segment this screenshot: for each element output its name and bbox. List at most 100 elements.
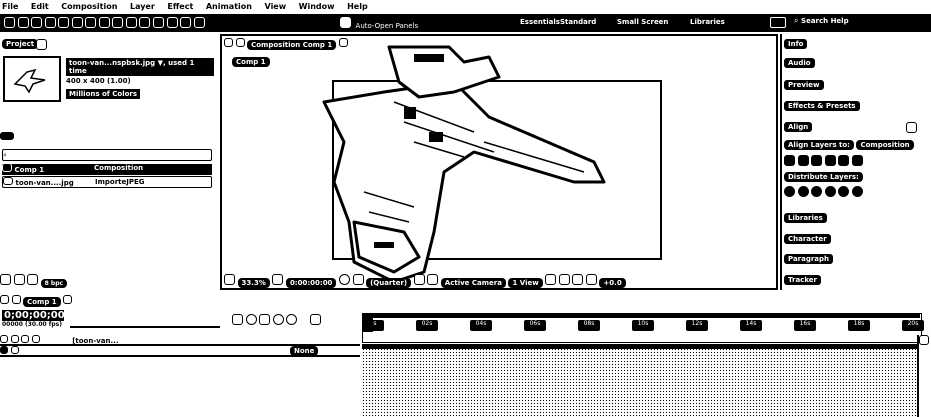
align-left-icon[interactable]	[784, 155, 795, 166]
panel-audio[interactable]: Audio	[784, 58, 920, 72]
solo-icon[interactable]	[21, 335, 30, 343]
layer-name[interactable]: [toon-van...	[72, 337, 118, 345]
interpret-footage-icon[interactable]	[0, 274, 11, 285]
exposure-value[interactable]: +0.0	[599, 278, 626, 288]
menu-file[interactable]: File	[2, 2, 18, 11]
workspace-essentials[interactable]: Essentials	[520, 18, 560, 26]
auto-open-toggle[interactable]: Auto-Open Panels	[340, 17, 418, 30]
motion-blur-icon[interactable]	[286, 314, 298, 325]
audio-icon[interactable]	[10, 335, 19, 343]
panel-libraries[interactable]: Libraries	[784, 213, 920, 227]
brush-tool-icon[interactable]	[139, 17, 151, 28]
close-icon[interactable]	[224, 38, 233, 47]
timeline-scrollbar[interactable]	[917, 335, 929, 417]
checkbox-icon[interactable]	[340, 17, 351, 28]
project-item-jpg[interactable]: toon-van....jpg ImporteJPEG	[2, 176, 212, 188]
fast-preview-icon[interactable]	[558, 274, 570, 285]
timeline-timecode-box[interactable]: 0;00;00;00 00000 (30.00 fps)	[2, 310, 65, 330]
work-area-bar[interactable]	[363, 314, 920, 318]
align-bottom-icon[interactable]	[851, 155, 863, 166]
camera-tool-icon[interactable]	[71, 17, 83, 28]
region-of-interest-icon[interactable]	[413, 274, 425, 285]
frame-blending-icon[interactable]	[272, 314, 284, 325]
close-icon[interactable]	[0, 295, 9, 304]
new-composition-icon[interactable]	[27, 274, 39, 285]
search-help-box[interactable]: ⌕ Search Help	[794, 16, 924, 30]
text-tool-icon[interactable]	[125, 17, 137, 28]
camera-dropdown[interactable]: Active Camera	[440, 278, 506, 288]
menu-layer[interactable]: Layer	[130, 2, 155, 11]
menu-effect[interactable]: Effect	[167, 2, 193, 11]
home-icon[interactable]	[4, 17, 15, 28]
align-right-icon[interactable]	[811, 155, 823, 166]
resolution-dropdown[interactable]: (Quarter)	[366, 278, 412, 288]
lock-icon[interactable]	[31, 335, 40, 343]
workspace-small-screen[interactable]: Small Screen	[617, 18, 668, 26]
roto-tool-icon[interactable]	[180, 17, 192, 28]
panel-preview[interactable]: Preview	[784, 80, 920, 94]
parent-dropdown[interactable]: None	[290, 346, 319, 356]
panel-tracker[interactable]: Tracker	[784, 275, 920, 289]
project-options-icon[interactable]	[0, 132, 14, 140]
timeline-search-input[interactable]	[70, 316, 220, 328]
exposure-icon[interactable]	[585, 274, 597, 285]
eye-icon[interactable]	[0, 335, 8, 343]
panel-align[interactable]: Align	[784, 122, 920, 136]
menu-window[interactable]: Window	[299, 2, 335, 11]
distribute-vcenter-icon[interactable]	[797, 186, 809, 197]
current-time-indicator[interactable]	[363, 318, 373, 332]
flowchart-icon[interactable]	[572, 274, 584, 285]
workspace-standard[interactable]: Standard	[560, 18, 596, 26]
distribute-left-icon[interactable]	[824, 186, 836, 197]
scroll-up-icon[interactable]	[919, 335, 929, 345]
menu-composition[interactable]: Composition	[61, 2, 117, 11]
workspace-menu-icon[interactable]	[770, 17, 786, 28]
menu-view[interactable]: View	[265, 2, 287, 11]
selection-tool-icon[interactable]	[17, 17, 29, 28]
align-hcenter-icon[interactable]	[797, 155, 809, 166]
draft-3d-icon[interactable]	[245, 314, 257, 325]
panel-effects-presets[interactable]: Effects & Presets	[784, 101, 920, 115]
eraser-tool-icon[interactable]	[166, 17, 178, 28]
panel-menu-icon[interactable]	[36, 39, 47, 50]
comp-breadcrumb[interactable]: Comp 1	[232, 57, 270, 67]
color-channel-icon[interactable]	[352, 274, 364, 285]
distribute-top-icon[interactable]	[784, 186, 795, 197]
align-to-dropdown[interactable]: Composition	[856, 140, 914, 150]
puppet-tool-icon[interactable]	[193, 17, 205, 28]
pan-behind-icon[interactable]	[85, 17, 97, 28]
zoom-dropdown[interactable]: 33.3%	[237, 278, 270, 288]
workspace-libraries[interactable]: Libraries	[690, 18, 725, 26]
project-tab[interactable]: Project	[2, 39, 39, 49]
transparency-grid-icon[interactable]	[427, 274, 439, 285]
hand-tool-icon[interactable]	[31, 17, 43, 28]
snapshot-icon[interactable]	[338, 274, 350, 285]
align-panel-menu-icon[interactable]	[906, 122, 917, 133]
distribute-hcenter-icon[interactable]	[838, 186, 850, 197]
stamp-tool-icon[interactable]	[153, 17, 165, 28]
comp-flowchart-icon[interactable]	[232, 314, 243, 325]
new-folder-icon[interactable]	[13, 274, 25, 285]
shy-icon[interactable]	[259, 314, 271, 325]
shape-tool-icon[interactable]	[98, 17, 110, 28]
project-search-input[interactable]: ⌕	[2, 149, 212, 161]
panel-info[interactable]: Info	[784, 39, 920, 53]
distribute-right-icon[interactable]	[851, 186, 863, 197]
timecode-display[interactable]: 0:00:00:00	[285, 278, 337, 288]
layer-visibility-icon[interactable]	[0, 346, 8, 354]
pen-tool-icon[interactable]	[112, 17, 124, 28]
layer-row[interactable]: None	[0, 346, 360, 357]
fit-icon[interactable]	[272, 274, 284, 285]
always-preview-icon[interactable]	[224, 274, 235, 285]
graph-editor-icon[interactable]	[309, 314, 321, 325]
layer-duration-bar[interactable]	[362, 344, 918, 349]
rotate-tool-icon[interactable]	[58, 17, 70, 28]
layer-label-icon[interactable]	[10, 346, 19, 354]
panel-paragraph[interactable]: Paragraph	[784, 254, 920, 268]
align-top-icon[interactable]	[824, 155, 836, 166]
panel-menu-icon[interactable]	[63, 295, 73, 304]
distribute-bottom-icon[interactable]	[811, 186, 823, 197]
project-item-comp[interactable]: Comp 1 Composition	[2, 163, 212, 175]
menu-edit[interactable]: Edit	[31, 2, 49, 11]
view-layout-dropdown[interactable]: 1 View	[508, 278, 543, 288]
